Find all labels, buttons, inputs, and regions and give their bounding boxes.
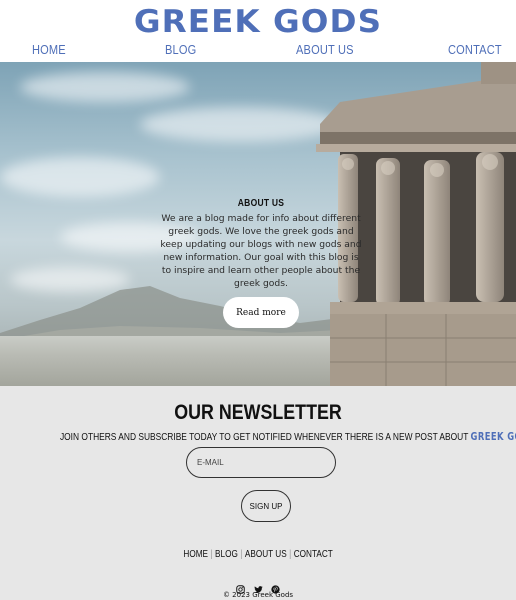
cloud-decoration bbox=[20, 72, 190, 102]
read-more-button[interactable]: Read more bbox=[223, 297, 299, 328]
hero-section: ABOUT US We are a blog made for info abo… bbox=[0, 62, 516, 386]
separator: | bbox=[289, 549, 292, 560]
cloud-decoration bbox=[0, 157, 160, 197]
city-decoration bbox=[0, 336, 340, 386]
separator: | bbox=[240, 549, 243, 560]
cloud-decoration bbox=[140, 107, 340, 142]
footer-nav-blog[interactable]: BLOG bbox=[215, 549, 238, 560]
footer-nav-home[interactable]: HOME bbox=[183, 549, 208, 560]
nav-home[interactable]: HOME bbox=[32, 42, 66, 57]
newsletter-section: OUR NEWSLETTER JOIN OTHERS AND SUBSCRIBE… bbox=[0, 386, 516, 600]
footer-nav-contact[interactable]: CONTACT bbox=[294, 549, 333, 560]
main-nav: HOME BLOG ABOUT US CONTACT bbox=[0, 42, 516, 60]
newsletter-subtitle-text: JOIN OTHERS AND SUBSCRIBE TODAY TO GET N… bbox=[59, 431, 469, 443]
nav-blog[interactable]: BLOG bbox=[165, 42, 196, 57]
sign-up-button[interactable]: SIGN UP bbox=[241, 490, 291, 522]
nav-contact[interactable]: CONTACT bbox=[448, 42, 502, 57]
about-us-text: We are a blog made for info about differ… bbox=[160, 213, 362, 289]
nav-about-us[interactable]: ABOUT US bbox=[296, 42, 354, 57]
site-logo[interactable]: GREEK GODS bbox=[0, 4, 516, 40]
separator: | bbox=[210, 549, 213, 560]
copyright-text: © 2023 Greek Gods bbox=[222, 591, 294, 599]
newsletter-title: OUR NEWSLETTER bbox=[174, 401, 342, 424]
about-us-title: ABOUT US bbox=[237, 198, 285, 209]
site-header: GREEK GODS HOME BLOG ABOUT US CONTACT bbox=[0, 0, 516, 62]
email-input[interactable] bbox=[186, 447, 336, 478]
about-us-box: ABOUT US We are a blog made for info abo… bbox=[160, 198, 362, 290]
newsletter-subtitle: JOIN OTHERS AND SUBSCRIBE TODAY TO GET N… bbox=[0, 431, 516, 443]
footer-nav: HOME | BLOG | ABOUT US | CONTACT bbox=[0, 549, 516, 560]
footer-nav-about-us[interactable]: ABOUT US bbox=[245, 549, 287, 560]
newsletter-brand: GREEK GODS. bbox=[470, 431, 516, 443]
